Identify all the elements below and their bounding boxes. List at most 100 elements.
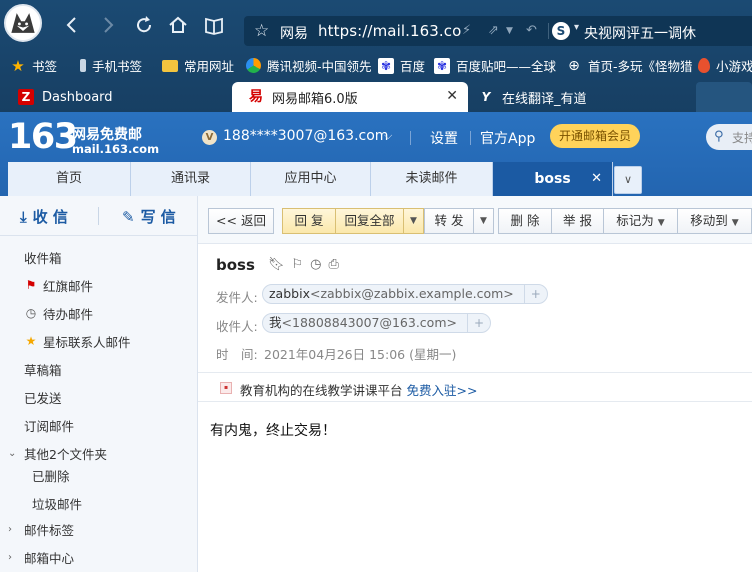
bookmark-item[interactable]: 手机书签: [80, 56, 142, 75]
reader-mode-icon[interactable]: [202, 14, 226, 38]
bookmark-item[interactable]: ✾ 百度贴吧——全球: [434, 56, 556, 75]
add-contact-icon[interactable]: +: [466, 314, 484, 332]
bookmark-item[interactable]: 常用网址: [162, 56, 234, 75]
folder-spam[interactable]: 垃圾邮件: [0, 489, 198, 517]
back-icon[interactable]: [60, 14, 84, 38]
bookmark-item[interactable]: 小游戏: [698, 56, 752, 75]
folder-todo[interactable]: ◷ 待办邮件: [0, 299, 198, 327]
folder-label: 草稿箱: [24, 362, 62, 378]
folder-tags[interactable]: › 邮件标签: [0, 515, 198, 543]
back-button[interactable]: << 返回: [208, 208, 274, 234]
mail-search-input[interactable]: ⚲ 支持: [706, 124, 752, 150]
folder-label: 红旗邮件: [43, 278, 94, 294]
add-contact-icon[interactable]: +: [523, 285, 541, 303]
bookmark-item[interactable]: 腾讯视频-中国领先: [246, 56, 372, 75]
folder-deleted[interactable]: 已删除: [0, 461, 198, 489]
reply-all-button[interactable]: 回复全部: [336, 208, 404, 234]
tab-home[interactable]: 首页: [8, 162, 131, 196]
settings-link[interactable]: 设置: [430, 128, 458, 148]
browser-avatar[interactable]: [4, 4, 42, 42]
tab-label: boss: [534, 171, 571, 187]
refresh-icon[interactable]: [132, 14, 156, 38]
tab-unread[interactable]: 未读邮件: [371, 162, 493, 196]
share-dropdown-icon[interactable]: ▼: [506, 26, 513, 36]
ad-link[interactable]: 免费入驻>>: [406, 383, 477, 398]
clock-icon[interactable]: ◷: [310, 257, 321, 272]
share-icon[interactable]: ⇗: [488, 23, 499, 38]
inbox-download-icon: ⤓: [20, 207, 27, 226]
folder-drafts[interactable]: 草稿箱: [0, 355, 198, 383]
time-label: 时 间:: [216, 347, 258, 362]
bookmark-icon[interactable]: 🔖︎: [268, 257, 285, 272]
home-icon[interactable]: [166, 14, 190, 38]
folder-mail-center[interactable]: › 邮箱中心: [0, 543, 198, 571]
logo-163[interactable]: 163: [8, 120, 78, 155]
pencil-icon: ✎: [122, 207, 135, 226]
folder-red-flag[interactable]: ⚑ 红旗邮件: [0, 271, 198, 299]
close-tab-icon[interactable]: ✕: [446, 88, 458, 104]
undo-icon[interactable]: ↶: [526, 23, 537, 38]
mark-as-label: 标记为: [616, 213, 654, 228]
receive-button[interactable]: ⤓ 收 信: [20, 206, 68, 227]
close-tab-icon[interactable]: ✕: [591, 162, 602, 196]
bookmark-star-icon[interactable]: ☆: [254, 21, 269, 41]
write-button[interactable]: ✎ 写 信: [122, 206, 176, 227]
netease-icon: 易: [249, 89, 263, 105]
report-button[interactable]: 举 报: [552, 208, 604, 234]
tab-dashboard[interactable]: Z Dashboard: [10, 82, 230, 112]
lightning-icon[interactable]: ⚡: [462, 23, 471, 38]
folder-starred-contacts[interactable]: ★ 星标联系人邮件: [0, 327, 198, 355]
account-dropdown-icon[interactable]: ⌵: [384, 129, 392, 143]
folder-label: 订阅邮件: [24, 418, 75, 434]
forward-button[interactable]: 转 发: [424, 208, 474, 234]
url-text[interactable]: https://mail.163.co: [318, 22, 461, 40]
tab-netease-mail[interactable]: 易 网易邮箱6.0版 ✕: [232, 82, 468, 112]
compose-separator: [98, 207, 99, 225]
caret-right-icon[interactable]: ›: [8, 524, 20, 535]
hot-news-text[interactable]: 央视网评五一调休: [584, 23, 696, 43]
address-bar[interactable]: ☆ 网易 https://mail.163.co ⚡ ⇗ ▼ ↶ S ▾ 央视网…: [244, 16, 752, 46]
forward-dropdown-icon[interactable]: ▼: [474, 208, 494, 234]
tab-boss[interactable]: boss ✕: [493, 162, 613, 196]
bookmark-label: 腾讯视频-中国领先: [267, 59, 372, 74]
sender-chip[interactable]: zabbix<zabbix@zabbix.example.com> +: [262, 284, 548, 304]
bookmark-item[interactable]: ✾ 百度: [378, 56, 425, 75]
reply-button[interactable]: 回 复: [282, 208, 336, 234]
tab-app-center[interactable]: 应用中心: [251, 162, 371, 196]
delete-button[interactable]: 删 除: [498, 208, 552, 234]
bookmark-label: 书签: [32, 59, 58, 74]
bookmark-label: 首页-多玩《怪物猎: [588, 59, 693, 74]
official-app-link[interactable]: 官方App: [480, 128, 535, 148]
browser-chrome: ☆ 网易 https://mail.163.co ⚡ ⇗ ▼ ↶ S ▾ 央视网…: [0, 0, 752, 112]
star-icon: ★: [25, 334, 37, 348]
globe-icon: ⊕: [568, 57, 580, 74]
caret-down-icon[interactable]: ⌄: [8, 448, 20, 459]
caret-right-icon[interactable]: ›: [8, 552, 20, 563]
move-to-button[interactable]: 移动到 ▼: [678, 208, 752, 234]
bookmark-item[interactable]: ★ 书签: [10, 56, 57, 75]
chevron-down-icon: ▼: [657, 218, 665, 228]
browser-nav-row: ☆ 网易 https://mail.163.co ⚡ ⇗ ▼ ↶ S ▾ 央视网…: [0, 0, 752, 50]
forward-icon[interactable]: [96, 14, 120, 38]
account-name[interactable]: 188****3007@163.com: [223, 128, 388, 144]
message-time: 2021年04月26日 15:06 (星期一): [264, 347, 457, 362]
folder-inbox[interactable]: 收件箱: [0, 243, 198, 271]
reply-dropdown-icon[interactable]: ▼: [404, 208, 424, 234]
new-tab-button[interactable]: [696, 82, 752, 112]
recipient-chip[interactable]: 我<18808843007@163.com> +: [262, 313, 492, 333]
subject-actions: 🔖︎ ⚐ ◷ ⎙: [268, 257, 339, 272]
flag-icon[interactable]: ⚐: [292, 257, 304, 272]
tab-youdao[interactable]: Y 在线翻译_有道: [470, 82, 690, 112]
vip-button[interactable]: 开通邮箱会员: [550, 124, 640, 148]
search-engine-caret-icon[interactable]: ▾: [574, 22, 579, 33]
folder-subscriptions[interactable]: 订阅邮件: [0, 411, 198, 439]
folder-sent[interactable]: 已发送: [0, 383, 198, 411]
mark-as-button[interactable]: 标记为 ▼: [604, 208, 678, 234]
tab-contacts[interactable]: 通讯录: [131, 162, 251, 196]
print-icon[interactable]: ⎙: [329, 257, 339, 272]
ad-banner[interactable]: ▪ 教育机构的在线教学讲课平台 免费入驻>>: [198, 372, 752, 402]
folder-label: 邮件标签: [24, 522, 75, 538]
bookmark-item[interactable]: ⊕ 首页-多玩《怪物猎: [566, 56, 693, 75]
sogou-search-icon[interactable]: S: [552, 22, 570, 40]
tab-list-dropdown-icon[interactable]: ∨: [614, 166, 642, 194]
